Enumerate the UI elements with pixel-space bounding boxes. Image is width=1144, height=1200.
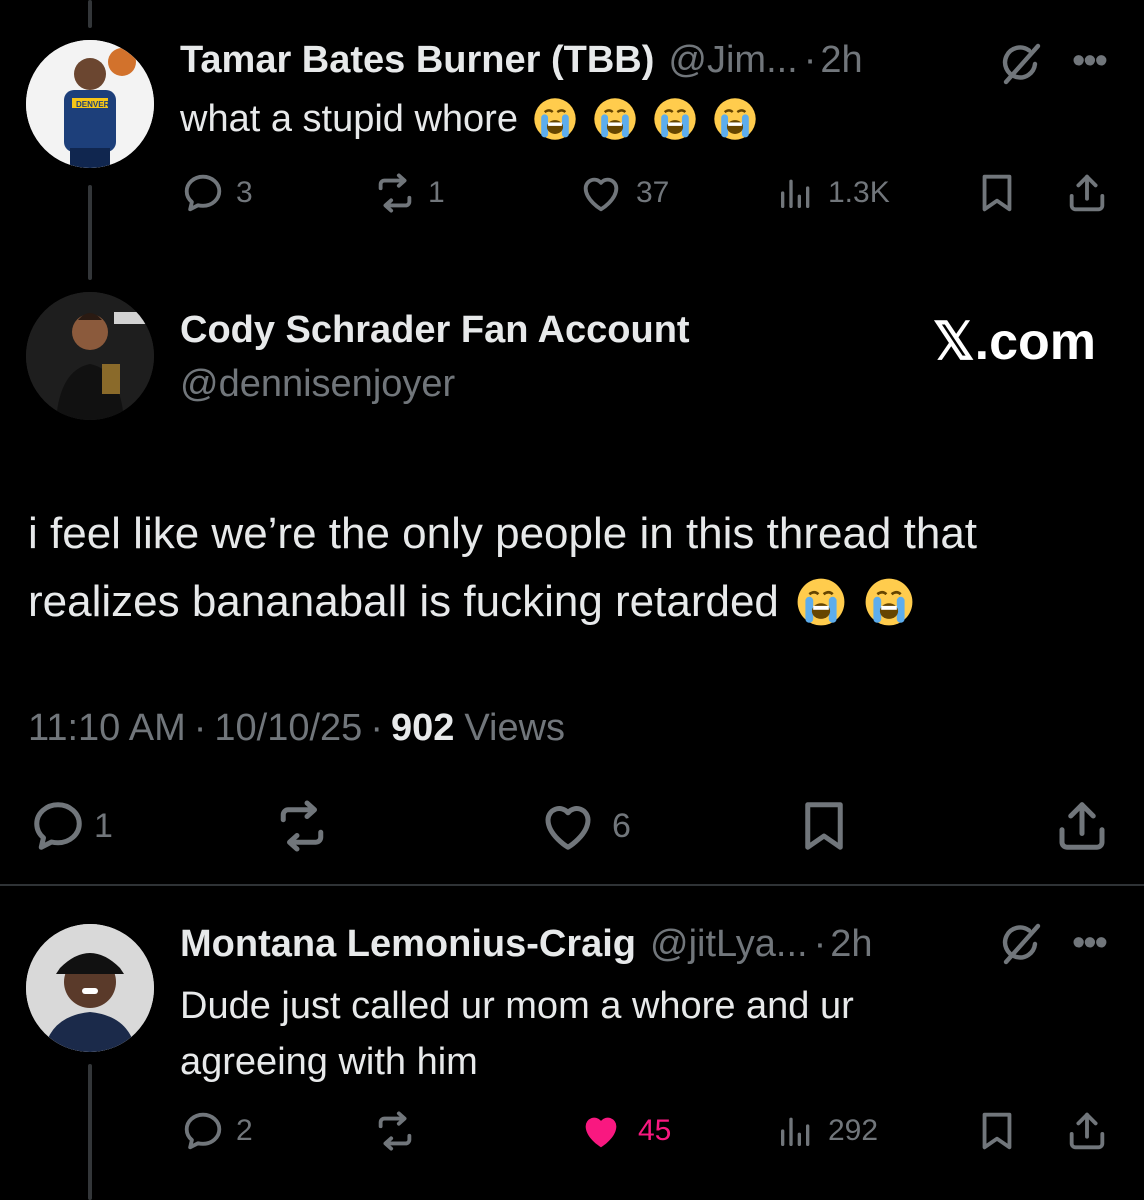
more-icon[interactable]: ••• bbox=[1072, 922, 1108, 965]
separator-dot: · bbox=[813, 923, 827, 965]
tweet-body: agreeing with him bbox=[180, 1041, 478, 1083]
tweet-body: Dude just called ur mom a whore and ur bbox=[180, 985, 854, 1027]
post-date: 10/10/25 bbox=[214, 707, 363, 749]
divider bbox=[0, 884, 1144, 886]
reply-button[interactable]: 2 bbox=[180, 1108, 253, 1154]
views-count: 292 bbox=[828, 1114, 879, 1147]
repost-count: 1 bbox=[428, 176, 445, 209]
main-tweet-line: i feel like we’re the only people in thi… bbox=[28, 509, 978, 558]
like-button[interactable]: 45 bbox=[578, 1108, 671, 1154]
separator-dot: · bbox=[803, 39, 817, 81]
views-count: 1.3K bbox=[828, 176, 890, 209]
share-button[interactable] bbox=[1064, 170, 1110, 216]
repost-button[interactable] bbox=[372, 1108, 418, 1154]
crying-emoji-icon bbox=[592, 96, 638, 142]
tweet-meta: 11:10 AM · 10/10/25 · 902 Views bbox=[28, 704, 565, 752]
tweet-text: what a stupid whore bbox=[180, 96, 758, 142]
reply-count: 2 bbox=[236, 1114, 253, 1147]
main-tweet-line: realizes bananaball is fucking retarded bbox=[28, 577, 779, 626]
tweet-text: Dude just called ur mom a whore and ur a… bbox=[180, 978, 854, 1090]
views-button[interactable]: 1.3K bbox=[776, 170, 890, 216]
display-name[interactable]: Tamar Bates Burner (TBB) bbox=[180, 38, 654, 82]
avatar-jersey-text: DENVER bbox=[76, 100, 110, 109]
reply-icon bbox=[28, 796, 88, 856]
grok-icon[interactable] bbox=[996, 40, 1044, 88]
more-icon[interactable]: ••• bbox=[1072, 40, 1108, 83]
tweet-body: what a stupid whore bbox=[180, 98, 518, 140]
repost-icon bbox=[372, 1108, 418, 1154]
bookmark-button[interactable] bbox=[794, 796, 854, 856]
views-label: Views bbox=[464, 707, 566, 749]
reply-count: 3 bbox=[236, 176, 253, 209]
bookmark-button[interactable] bbox=[974, 1108, 1020, 1154]
like-icon bbox=[578, 170, 624, 216]
crying-emoji-icon bbox=[795, 576, 847, 628]
like-button[interactable]: 37 bbox=[578, 170, 669, 216]
thread-line-3 bbox=[88, 1064, 92, 1200]
tweet-header: Montana Lemonius-Craig @jitLya... · 2h bbox=[180, 922, 873, 966]
display-name[interactable]: Cody Schrader Fan Account bbox=[180, 308, 690, 352]
main-tweet-line-with-emoji: realizes bananaball is fucking retarded bbox=[28, 568, 977, 636]
crying-emoji-icon bbox=[532, 96, 578, 142]
bookmark-icon bbox=[974, 170, 1020, 216]
post-time: 11:10 AM bbox=[28, 707, 186, 749]
reply-button[interactable]: 3 bbox=[180, 170, 253, 216]
like-count: 37 bbox=[636, 176, 670, 209]
crying-emoji-icon bbox=[863, 576, 915, 628]
bookmark-icon bbox=[794, 796, 854, 856]
display-name[interactable]: Montana Lemonius-Craig bbox=[180, 922, 636, 966]
x-com-watermark: 𝕏.com bbox=[932, 313, 1096, 371]
crying-emoji-icon bbox=[652, 96, 698, 142]
timestamp[interactable]: 2h bbox=[830, 922, 872, 966]
like-button[interactable]: 6 bbox=[538, 796, 631, 856]
like-filled-icon bbox=[578, 1108, 624, 1154]
tweet-header: Tamar Bates Burner (TBB) @Jim... · 2h bbox=[180, 38, 863, 82]
reply-icon bbox=[180, 1108, 226, 1154]
avatar-person-trophy-icon bbox=[26, 292, 154, 420]
thread-line-1 bbox=[88, 185, 92, 280]
avatar[interactable] bbox=[26, 924, 154, 1052]
views-icon bbox=[776, 1108, 816, 1154]
share-button[interactable] bbox=[1052, 796, 1112, 856]
grok-icon[interactable] bbox=[996, 920, 1044, 968]
bookmark-button[interactable] bbox=[974, 170, 1020, 216]
share-button[interactable] bbox=[1064, 1108, 1110, 1154]
reply-button[interactable]: 1 bbox=[28, 796, 113, 856]
like-count: 6 bbox=[612, 806, 631, 845]
handle[interactable]: @jitLya... bbox=[650, 922, 808, 966]
timestamp[interactable]: 2h bbox=[820, 38, 862, 82]
views-icon bbox=[776, 170, 816, 216]
avatar[interactable] bbox=[26, 292, 154, 420]
avatar[interactable]: DENVER bbox=[26, 40, 154, 168]
repost-button[interactable] bbox=[272, 796, 332, 856]
share-icon bbox=[1064, 170, 1110, 216]
thread-line-top bbox=[88, 0, 92, 28]
crying-emoji-icon bbox=[712, 96, 758, 142]
handle[interactable]: @dennisenjoyer bbox=[180, 362, 455, 406]
like-count: 45 bbox=[638, 1114, 672, 1147]
separator-dot: · bbox=[193, 707, 207, 749]
handle[interactable]: @Jim... bbox=[668, 38, 797, 82]
share-icon bbox=[1052, 796, 1112, 856]
main-tweet-text: i feel like we’re the only people in thi… bbox=[28, 500, 977, 636]
views-button[interactable]: 292 bbox=[776, 1108, 878, 1154]
repost-icon bbox=[272, 796, 332, 856]
bookmark-icon bbox=[974, 1108, 1020, 1154]
avatar-football-player-icon bbox=[26, 924, 154, 1052]
separator-dot: · bbox=[370, 707, 383, 749]
reply-icon bbox=[180, 170, 226, 216]
reply-count: 1 bbox=[94, 806, 113, 845]
repost-button[interactable]: 1 bbox=[372, 170, 445, 216]
share-icon bbox=[1064, 1108, 1110, 1154]
like-icon bbox=[538, 796, 598, 856]
views-count[interactable]: 902 bbox=[391, 704, 454, 752]
repost-icon bbox=[372, 170, 418, 216]
